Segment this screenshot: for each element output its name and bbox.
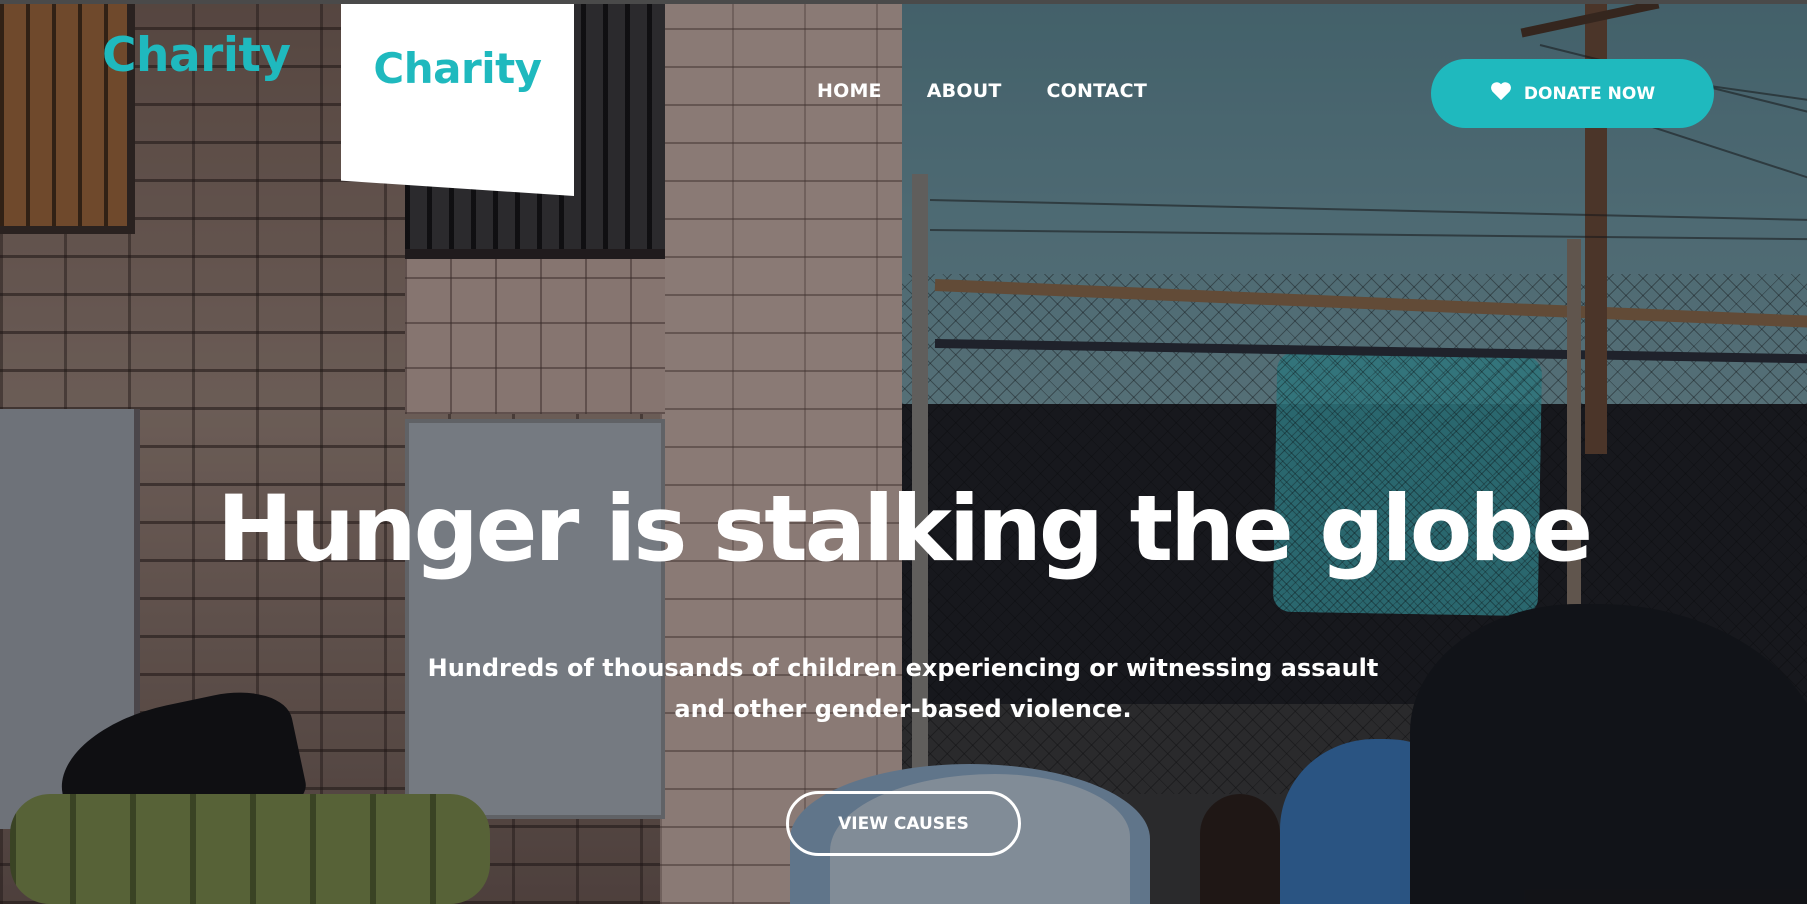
hero-subtitle-line: and other gender-based violence. xyxy=(674,695,1132,723)
nav-item-about[interactable]: ABOUT xyxy=(927,80,1002,102)
view-causes-label: VIEW CAUSES xyxy=(838,813,969,834)
dark-overlay xyxy=(0,4,1807,904)
nav-item-contact[interactable]: CONTACT xyxy=(1046,80,1147,102)
donate-now-button[interactable]: DONATE NOW xyxy=(1431,59,1714,128)
logo-text[interactable]: Charity xyxy=(102,28,291,83)
page: Charity Charity HOME ABOUT CONTACT DONAT… xyxy=(0,0,1807,904)
view-causes-button[interactable]: VIEW CAUSES xyxy=(786,791,1021,856)
hero-background-image xyxy=(0,4,1807,904)
hero-subtitle-line: Hundreds of thousands of children experi… xyxy=(427,654,1379,682)
logo-card-text: Charity xyxy=(373,44,542,93)
heart-icon xyxy=(1490,81,1512,106)
hero-subtitle: Hundreds of thousands of children experi… xyxy=(403,648,1403,730)
donate-now-label: DONATE NOW xyxy=(1523,83,1656,104)
nav-item-home[interactable]: HOME xyxy=(817,80,882,102)
main-nav: HOME ABOUT CONTACT xyxy=(817,80,1147,102)
hero-headline: Hunger is stalking the globe xyxy=(216,477,1593,582)
logo-card[interactable]: Charity xyxy=(341,4,574,196)
